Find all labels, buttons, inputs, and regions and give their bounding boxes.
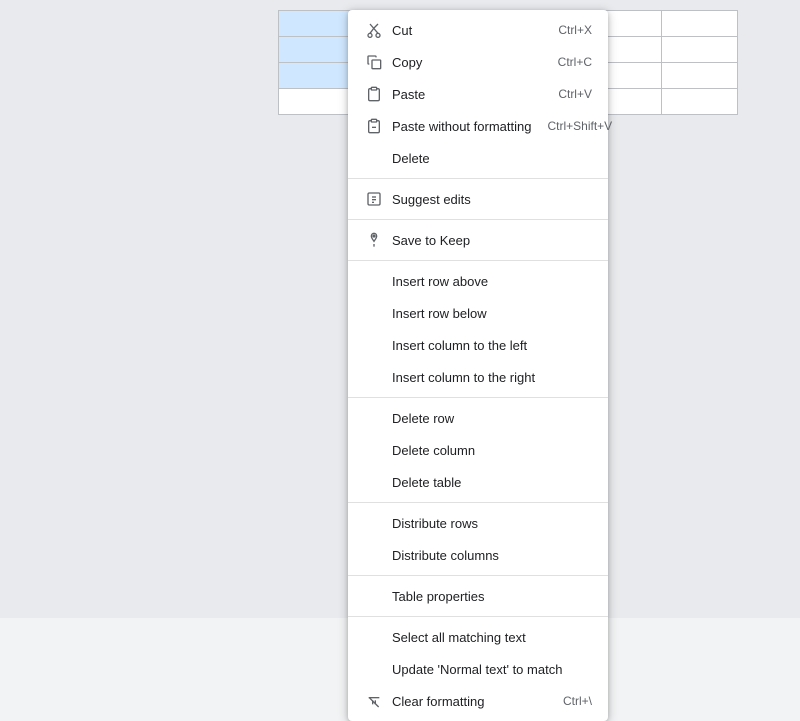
suggest-edits-label: Suggest edits — [392, 192, 592, 207]
divider-1 — [348, 178, 608, 179]
copy-shortcut: Ctrl+C — [558, 55, 592, 69]
menu-item-suggest-edits[interactable]: Suggest edits — [348, 183, 608, 215]
paste-shortcut: Ctrl+V — [558, 87, 592, 101]
menu-item-insert-col-right[interactable]: Insert column to the right — [348, 361, 608, 393]
menu-item-select-matching[interactable]: Select all matching text — [348, 621, 608, 653]
divider-6 — [348, 575, 608, 576]
save-to-keep-label: Save to Keep — [392, 233, 592, 248]
distribute-columns-label: Distribute columns — [392, 548, 592, 563]
suggest-icon — [364, 191, 384, 207]
clear-format-icon — [364, 693, 384, 709]
divider-7 — [348, 616, 608, 617]
copy-label: Copy — [392, 55, 542, 70]
menu-item-table-properties[interactable]: Table properties — [348, 580, 608, 612]
context-menu: Cut Ctrl+X Copy Ctrl+C Paste Ctrl+V — [348, 10, 608, 721]
cut-shortcut: Ctrl+X — [558, 23, 592, 37]
delete-column-label: Delete column — [392, 443, 592, 458]
select-matching-label: Select all matching text — [392, 630, 592, 645]
cut-label: Cut — [392, 23, 542, 38]
update-normal-text-label: Update 'Normal text' to match — [392, 662, 592, 677]
menu-item-update-normal-text[interactable]: Update 'Normal text' to match — [348, 653, 608, 685]
divider-2 — [348, 219, 608, 220]
paste-plain-icon — [364, 118, 384, 134]
menu-item-clear-formatting[interactable]: Clear formatting Ctrl+\ — [348, 685, 608, 717]
paste-plain-label: Paste without formatting — [392, 119, 531, 134]
insert-col-left-label: Insert column to the left — [392, 338, 592, 353]
paste-icon — [364, 86, 384, 102]
paste-label: Paste — [392, 87, 542, 102]
menu-item-cut[interactable]: Cut Ctrl+X — [348, 14, 608, 46]
menu-item-insert-col-left[interactable]: Insert column to the left — [348, 329, 608, 361]
distribute-rows-label: Distribute rows — [392, 516, 592, 531]
divider-3 — [348, 260, 608, 261]
menu-item-paste[interactable]: Paste Ctrl+V — [348, 78, 608, 110]
menu-item-distribute-columns[interactable]: Distribute columns — [348, 539, 608, 571]
menu-item-paste-plain[interactable]: Paste without formatting Ctrl+Shift+V — [348, 110, 608, 142]
menu-item-insert-row-above[interactable]: Insert row above — [348, 265, 608, 297]
menu-item-delete-column[interactable]: Delete column — [348, 434, 608, 466]
menu-item-delete-row[interactable]: Delete row — [348, 402, 608, 434]
insert-row-below-label: Insert row below — [392, 306, 592, 321]
table-properties-label: Table properties — [392, 589, 592, 604]
keep-icon — [364, 232, 384, 248]
menu-item-insert-row-below[interactable]: Insert row below — [348, 297, 608, 329]
menu-item-save-to-keep[interactable]: Save to Keep — [348, 224, 608, 256]
copy-icon — [364, 54, 384, 70]
clear-formatting-label: Clear formatting — [392, 694, 547, 709]
menu-item-copy[interactable]: Copy Ctrl+C — [348, 46, 608, 78]
cut-icon — [364, 22, 384, 38]
insert-col-right-label: Insert column to the right — [392, 370, 592, 385]
clear-formatting-shortcut: Ctrl+\ — [563, 694, 592, 708]
divider-5 — [348, 502, 608, 503]
menu-item-delete-table[interactable]: Delete table — [348, 466, 608, 498]
menu-item-distribute-rows[interactable]: Distribute rows — [348, 507, 608, 539]
delete-label: Delete — [392, 151, 592, 166]
delete-row-label: Delete row — [392, 411, 592, 426]
delete-table-label: Delete table — [392, 475, 592, 490]
insert-row-above-label: Insert row above — [392, 274, 592, 289]
paste-plain-shortcut: Ctrl+Shift+V — [547, 119, 612, 133]
divider-4 — [348, 397, 608, 398]
menu-item-delete[interactable]: Delete — [348, 142, 608, 174]
